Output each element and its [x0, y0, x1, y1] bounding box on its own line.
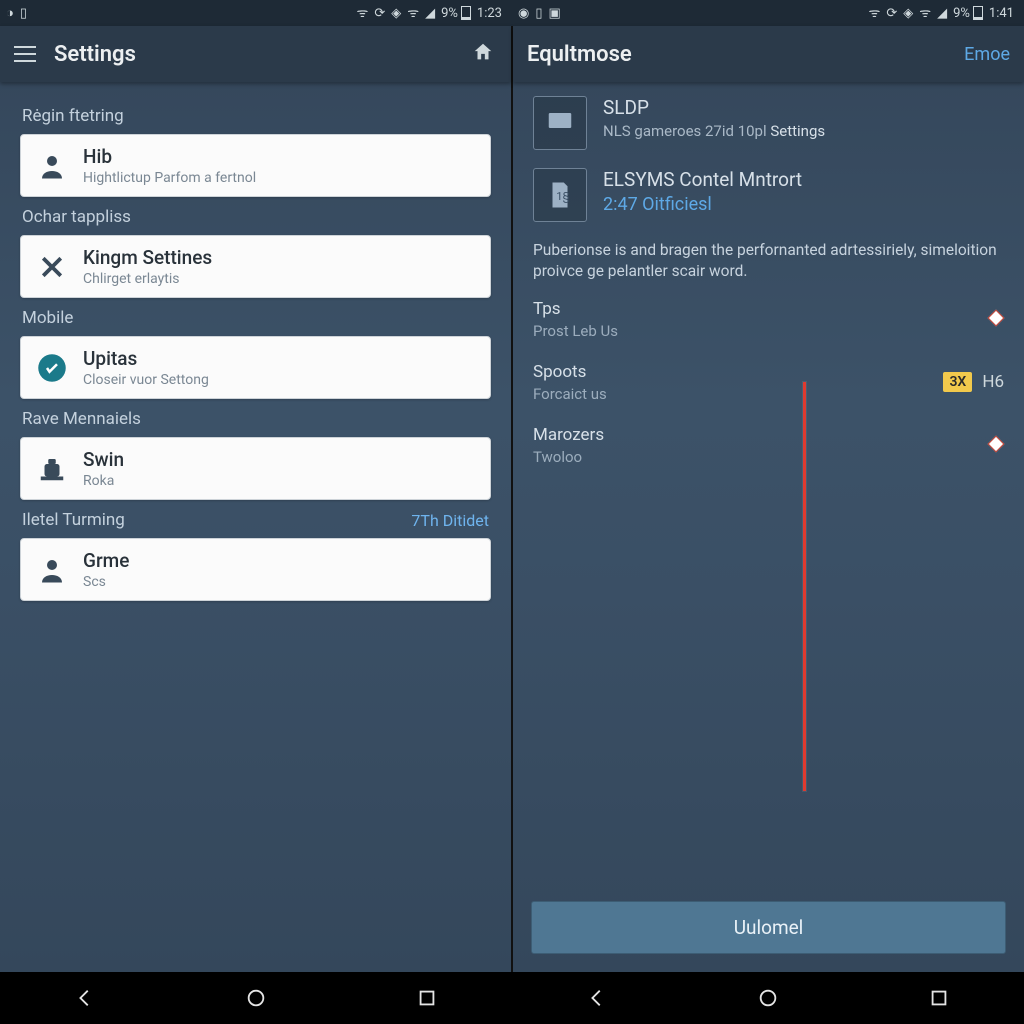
right-pane: Equltmose Emoe SLDP NLS gameroes 27id 10…: [513, 26, 1024, 972]
value-badge: 3X: [943, 372, 972, 392]
sync-icon: ⟳: [374, 7, 385, 20]
home-icon[interactable]: [469, 41, 497, 68]
list-item[interactable]: SLDP NLS gameroes 27id 10pl Settings: [533, 96, 1004, 150]
back-button[interactable]: [55, 972, 115, 1024]
battery-percent: 9%: [953, 6, 970, 21]
navbar-right: [512, 972, 1024, 1024]
slider-handle-icon[interactable]: [990, 312, 1004, 326]
section-header: Ochar tappliss: [22, 207, 489, 227]
card-subtitle: Scs: [83, 574, 129, 590]
section-header: Iletel Turming 7Th Ditidet: [22, 510, 489, 530]
notification-icon: ▯: [535, 7, 542, 20]
home-button[interactable]: [738, 972, 798, 1024]
menu-icon[interactable]: [14, 46, 36, 62]
battery-indicator: 9%: [953, 6, 983, 21]
badge-icon: ◈: [903, 7, 913, 20]
signal-icon: ◢: [937, 7, 947, 20]
page-title: Settings: [54, 42, 136, 67]
settings-card-hib[interactable]: Hib Hightlictup Parfom a fertnol: [20, 134, 491, 197]
clock: 1:41: [989, 6, 1014, 21]
badge-icon: ◈: [391, 7, 401, 20]
slider-label: Marozers: [533, 425, 604, 445]
sync-icon: ⟳: [886, 7, 897, 20]
header-action-link[interactable]: Emoe: [964, 44, 1010, 65]
section-header-label: Iletel Turming: [22, 510, 125, 530]
settings-card-kingm[interactable]: Kingm Settines Chlirget erlaytis: [20, 235, 491, 298]
settings-card-upitas[interactable]: Upitas Closeir vuor Settong: [20, 336, 491, 399]
card-title: Swin: [83, 448, 124, 471]
shield-icon: [35, 351, 69, 385]
wifi-icon: ᯤ: [919, 7, 931, 20]
notification-icon: ◑: [6, 7, 14, 20]
item-subtitle: NLS gameroes 27id 10pl Settings: [603, 122, 825, 140]
section-header: Rave Mennaiels: [22, 409, 489, 429]
slider-label: Tps: [533, 299, 618, 319]
left-content: Rėgin ftetring Hib Hightlictup Parfom a …: [0, 82, 511, 972]
signal-icon: ◢: [425, 7, 435, 20]
battery-percent: 9%: [441, 6, 458, 21]
description-text: Puberionse is and bragen the perfornante…: [533, 240, 1004, 283]
slider-spoots[interactable]: Spoots Forcaict us 3X H6: [533, 362, 1004, 403]
slider-sublabel: Forcaict us: [533, 385, 607, 403]
primary-button[interactable]: Uulomel: [531, 901, 1006, 954]
notification-icon: ▣: [549, 7, 561, 20]
statusbar-left: ◑ ▯ ᯤ ⟳ ◈ ᯤ ◢ 9% 1:23: [0, 0, 512, 26]
section-header-link[interactable]: 7Th Ditidet: [411, 511, 489, 530]
monitor-icon: [533, 96, 587, 150]
wifi-icon: ᯤ: [407, 7, 419, 20]
card-title: Grme: [83, 549, 129, 572]
back-button[interactable]: [567, 972, 627, 1024]
navbar-left: [0, 972, 512, 1024]
split-view: Settings Rėgin ftetring Hib Hightlictup …: [0, 26, 1024, 972]
slider-label: Spoots: [533, 362, 607, 382]
right-appbar: Equltmose Emoe: [513, 26, 1024, 82]
battery-icon: [973, 6, 983, 20]
card-subtitle: Hightlictup Parfom a fertnol: [83, 170, 256, 186]
card-title: Hib: [83, 145, 256, 168]
slider-sublabel: Twoloo: [533, 448, 604, 466]
card-subtitle: Roka: [83, 473, 124, 489]
statusbar-right: ◉ ▯ ▣ ᯤ ⟳ ◈ ᯤ ◢ 9% 1:41: [512, 0, 1024, 26]
person-icon: [35, 149, 69, 183]
page-title: Equltmose: [527, 42, 632, 67]
left-appbar: Settings: [0, 26, 511, 82]
item-title: ELSYMS Contel Mntrort: [603, 168, 802, 191]
recents-button[interactable]: [909, 972, 969, 1024]
notification-icon: ▯: [20, 7, 27, 20]
slider-sublabel: Prost Leb Us: [533, 322, 618, 340]
wifi-icon: ᯤ: [868, 7, 880, 20]
value-text: H6: [982, 372, 1004, 392]
section-header: Mobile: [22, 308, 489, 328]
recents-button[interactable]: [397, 972, 457, 1024]
card-subtitle: Closeir vuor Settong: [83, 372, 209, 388]
notification-icon: ◉: [518, 7, 529, 20]
svg-text:1§: 1§: [556, 190, 569, 203]
card-subtitle: Chlirget erlaytis: [83, 271, 212, 287]
slider-tps[interactable]: Tps Prost Leb Us: [533, 299, 1004, 340]
card-title: Upitas: [83, 347, 209, 370]
robot-icon: [35, 452, 69, 486]
settings-card-grme[interactable]: Grme Scs: [20, 538, 491, 601]
navbar-row: [0, 972, 1024, 1024]
statusbar-row: ◑ ▯ ᯤ ⟳ ◈ ᯤ ◢ 9% 1:23 ◉ ▯ ▣ ᯤ ⟳ ◈ ᯤ ◢: [0, 0, 1024, 26]
item-link[interactable]: 2:47 Oitficiesl: [603, 194, 802, 215]
document-icon: 1§: [533, 168, 587, 222]
vertical-track-line: [803, 382, 806, 791]
home-button[interactable]: [226, 972, 286, 1024]
battery-icon: [461, 6, 471, 20]
slider-handle-icon[interactable]: [990, 438, 1004, 452]
left-pane: Settings Rėgin ftetring Hib Hightlictup …: [0, 26, 513, 972]
close-icon: [35, 250, 69, 284]
clock: 1:23: [477, 6, 502, 21]
slider-marozers[interactable]: Marozers Twoloo: [533, 425, 1004, 466]
item-title: SLDP: [603, 96, 825, 119]
section-header: Rėgin ftetring: [22, 106, 489, 126]
person-icon: [35, 553, 69, 587]
card-title: Kingm Settines: [83, 246, 212, 269]
wifi-icon: ᯤ: [356, 7, 368, 20]
battery-indicator: 9%: [441, 6, 471, 21]
list-item[interactable]: 1§ ELSYMS Contel Mntrort 2:47 Oitficiesl: [533, 168, 1004, 222]
settings-card-swin[interactable]: Swin Roka: [20, 437, 491, 500]
right-content: SLDP NLS gameroes 27id 10pl Settings 1§ …: [513, 82, 1024, 901]
